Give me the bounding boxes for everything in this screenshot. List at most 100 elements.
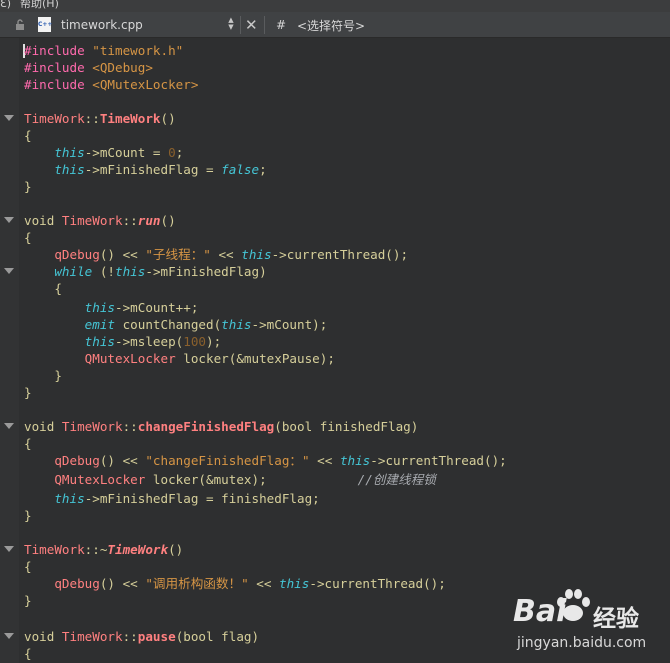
code-line: }: [24, 178, 32, 195]
code-token: (): [160, 213, 176, 228]
code-token: changeFinishedFlag: [137, 419, 275, 434]
code-token: (bool finishedFlag): [274, 419, 419, 434]
code-line: emit countChanged(this->mCount);: [24, 316, 328, 333]
code-token: ->mCount++;: [115, 300, 199, 315]
code-line: while (!this->mFinishedFlag): [24, 263, 267, 280]
code-token: (): [160, 111, 176, 126]
code-token: ->mFinishedFlag): [145, 264, 267, 279]
code-token: ->mFinishedFlag = finishedFlag;: [84, 491, 320, 506]
code-token: QMutexLocker: [84, 351, 176, 366]
document-combo[interactable]: timework.cpp: [61, 18, 143, 32]
code-token: }: [24, 508, 32, 523]
line-gutter[interactable]: [0, 38, 19, 663]
code-token: ->mFinishedFlag =: [84, 162, 222, 177]
fold-arrow-icon[interactable]: [4, 268, 14, 274]
code-token: ->mCount =: [84, 145, 169, 160]
code-token: }: [24, 179, 32, 194]
code-token: this: [54, 145, 85, 160]
code-token: this: [279, 576, 310, 591]
code-editor[interactable]: #include "timework.h" #include <QDebug> …: [19, 38, 670, 663]
code-token: "子线程：": [145, 247, 211, 262]
code-token: QMutexLocker: [54, 472, 146, 487]
code-token: run: [137, 213, 161, 228]
updown-arrows-icon[interactable]: ▲ ▼: [226, 17, 236, 31]
code-token: void: [24, 419, 62, 434]
code-token: this: [84, 300, 116, 315]
watermark-url: jingyan.baidu.com: [517, 635, 647, 651]
code-line: {: [24, 127, 32, 144]
fold-arrow-icon[interactable]: [4, 217, 14, 223]
code-token: #include: [24, 60, 85, 75]
paw-icon: [557, 589, 590, 621]
code-line: #include "timework.h": [24, 42, 183, 59]
code-token: <QDebug>: [92, 60, 153, 75]
code-token: ;: [175, 145, 184, 160]
fold-arrow-icon[interactable]: [4, 115, 14, 121]
code-token: void: [24, 213, 62, 228]
code-token: () <<: [99, 576, 146, 591]
code-token: }: [24, 593, 32, 608]
code-token: <<: [210, 247, 242, 262]
code-token: #include: [24, 43, 85, 58]
code-line: {: [24, 558, 32, 575]
code-token: {: [24, 436, 32, 451]
code-token: }: [24, 385, 32, 400]
code-token: ->currentThread();: [309, 576, 446, 591]
code-line: void TimeWork::changeFinishedFlag(bool f…: [24, 418, 418, 435]
baidu-watermark: Bai 经验 jingyan.baidu.com: [513, 588, 663, 658]
code-token: TimeWork: [99, 111, 161, 126]
code-token: emit: [84, 317, 116, 332]
fold-arrow-icon[interactable]: [4, 423, 14, 429]
fold-arrow-icon[interactable]: [4, 633, 14, 639]
lock-icon[interactable]: [14, 19, 26, 31]
code-token: ::~: [84, 542, 108, 557]
code-token: ;: [259, 162, 267, 177]
code-token: void: [24, 629, 62, 644]
close-icon[interactable]: ✕: [245, 16, 258, 34]
code-token: qDebug: [54, 453, 100, 468]
menu-item-help[interactable]: 帮助(H): [20, 0, 59, 9]
code-line: qDebug() << "子线程：" << this->currentThrea…: [24, 246, 408, 263]
code-token: #include: [24, 77, 85, 92]
symbols-combo[interactable]: <选择符号>: [297, 17, 365, 34]
code-token: TimeWork: [61, 629, 123, 644]
code-token: qDebug: [54, 576, 100, 591]
code-token: ::: [84, 111, 100, 126]
code-line: TimeWork::TimeWork(): [24, 110, 176, 127]
code-line: void TimeWork::pause(bool flag): [24, 628, 259, 645]
code-token: <<: [248, 576, 280, 591]
code-token: ->mCount);: [251, 317, 328, 332]
code-token: "调用析构函数！": [145, 576, 249, 591]
fold-arrow-icon[interactable]: [4, 546, 14, 552]
code-token: ->currentThread();: [271, 247, 409, 262]
hash-label: #: [276, 18, 287, 32]
code-line: {: [24, 280, 62, 297]
code-token: () <<: [99, 247, 146, 262]
code-token: }: [24, 368, 62, 383]
code-line: this->mCount++;: [24, 299, 199, 316]
code-line: {: [24, 229, 32, 246]
code-line: void TimeWork::run(): [24, 212, 176, 229]
code-token: "changeFinishedFlag：": [145, 453, 310, 468]
code-line: qDebug() << "changeFinishedFlag：" << thi…: [24, 452, 506, 469]
code-token: {: [24, 646, 32, 661]
code-token: {: [24, 281, 62, 296]
code-token: pause: [137, 629, 176, 644]
code-token: countChanged(: [115, 317, 222, 332]
code-token: TimeWork: [61, 213, 123, 228]
code-token: this: [115, 264, 146, 279]
menu-item-partial[interactable]: Ɛ): [0, 0, 11, 9]
watermark-cn: 经验: [593, 606, 639, 632]
code-line: this->mFinishedFlag = finishedFlag;: [24, 490, 320, 507]
code-token: ::: [122, 213, 138, 228]
code-token: TimeWork: [24, 542, 85, 557]
